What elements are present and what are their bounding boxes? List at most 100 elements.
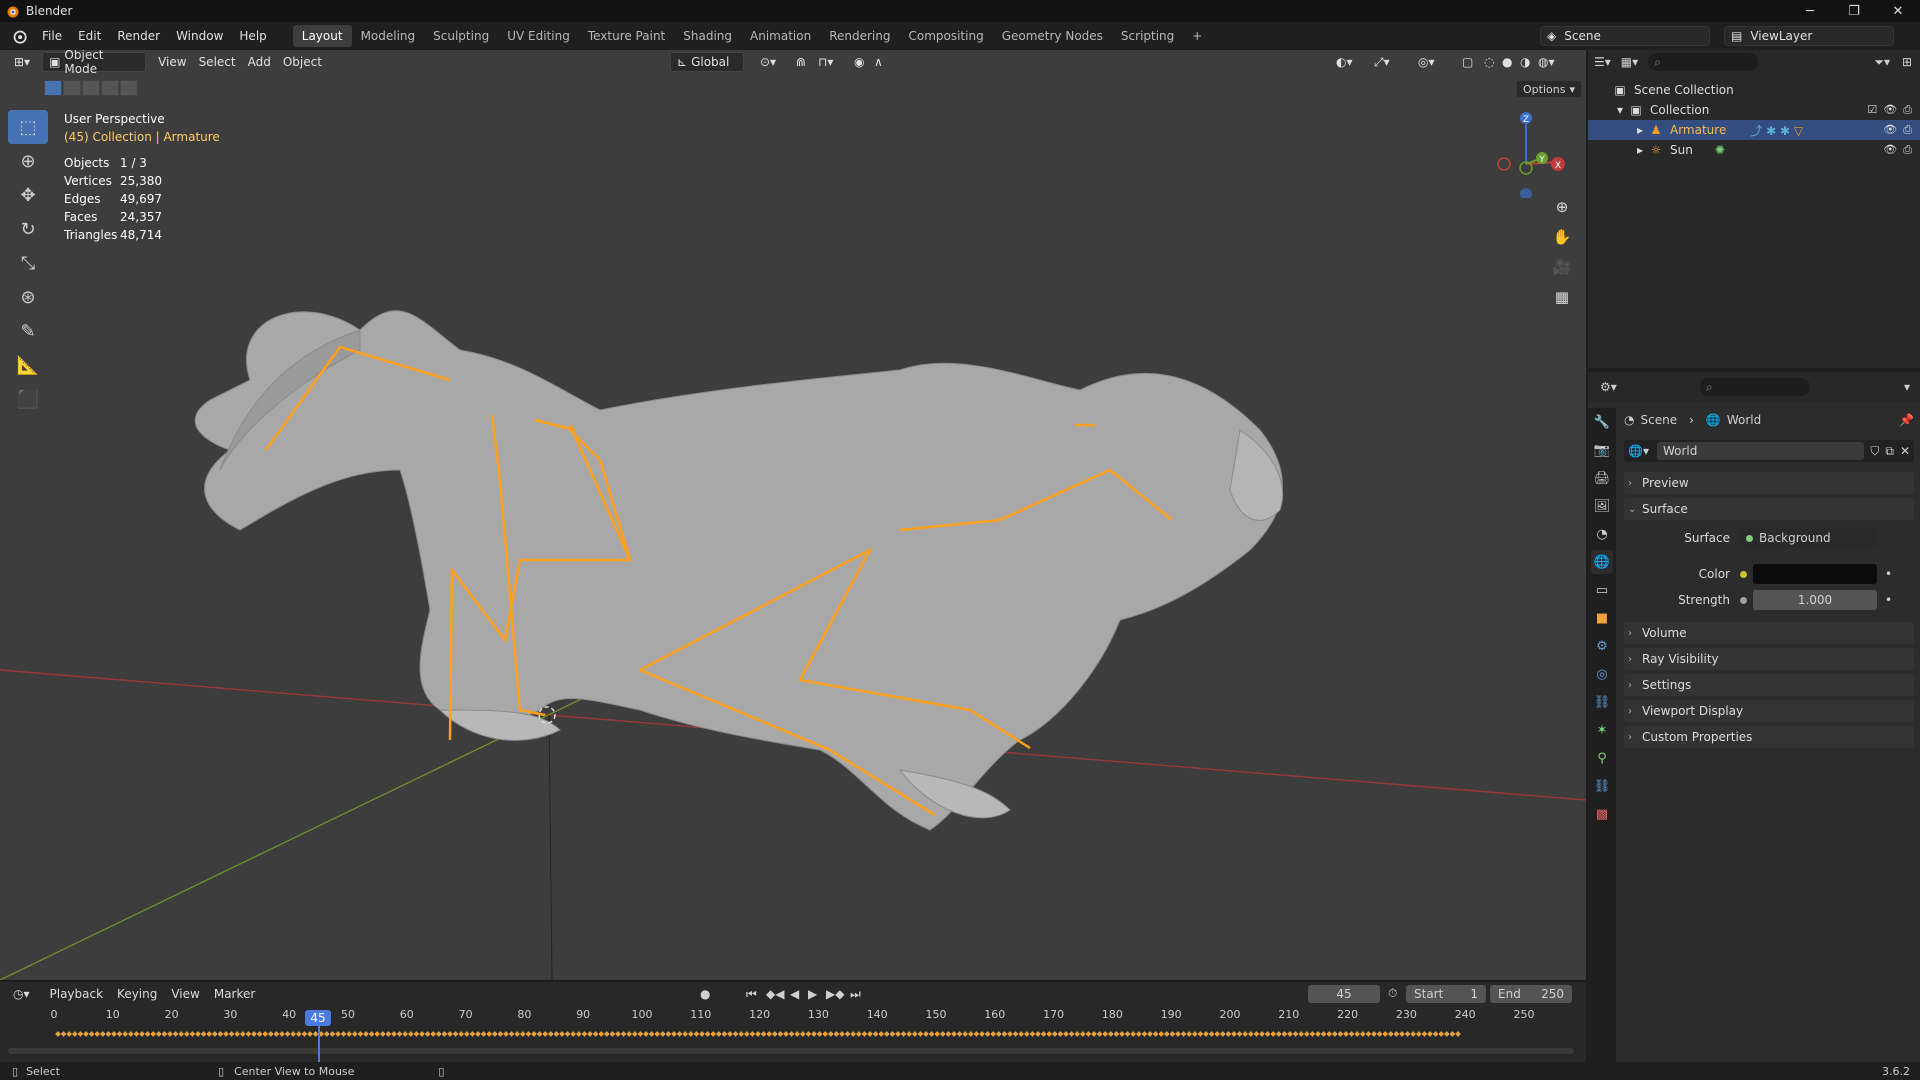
texture-tab-icon[interactable]: ▩ — [1591, 802, 1613, 826]
panel-ray-visibility[interactable]: › Ray Visibility — [1624, 648, 1914, 670]
keyframe-marker[interactable] — [732, 1031, 739, 1037]
keyframe-marker[interactable] — [1107, 1031, 1114, 1037]
tab-modeling[interactable]: Modeling — [352, 25, 425, 47]
keyframe-marker[interactable] — [917, 1031, 924, 1037]
duplicate-icon[interactable]: ⧉ — [1885, 444, 1894, 459]
menu-object[interactable]: Object — [277, 52, 328, 72]
outliner-row-sun[interactable]: ▸ ☼ Sun ✺ 👁 ⎙ — [1588, 140, 1920, 160]
keyframe-marker[interactable] — [83, 1031, 89, 1037]
keyframe-marker[interactable] — [1410, 1031, 1417, 1037]
menu-playback[interactable]: Playback — [43, 987, 111, 1001]
keyframe-marker[interactable] — [620, 1031, 627, 1037]
keyframe-marker[interactable] — [995, 1031, 1002, 1037]
keyframe-marker[interactable] — [816, 1031, 823, 1037]
keyframe-marker[interactable] — [1096, 1031, 1103, 1037]
keyframe-marker[interactable] — [469, 1031, 476, 1037]
keyframe-marker[interactable] — [1163, 1031, 1170, 1037]
keyframe-marker[interactable] — [1303, 1031, 1310, 1037]
scene-tab-icon[interactable]: ◔ — [1591, 522, 1613, 546]
keyframe-marker[interactable] — [503, 1031, 509, 1037]
keyframe-marker[interactable] — [1180, 1031, 1187, 1037]
pivot-icon[interactable]: ⊙▾ — [754, 52, 782, 72]
tab-uv-editing[interactable]: UV Editing — [498, 25, 579, 47]
keyframe-marker[interactable] — [665, 1031, 672, 1037]
keyframe-marker[interactable] — [659, 1031, 666, 1037]
timeline-scrollbar[interactable] — [8, 1048, 1574, 1054]
keyframe-marker[interactable] — [743, 1031, 750, 1037]
keyframe-marker[interactable] — [1191, 1031, 1198, 1037]
navigation-gizmo[interactable]: Z X Y — [1492, 108, 1572, 198]
menu-edit[interactable]: Edit — [70, 25, 109, 47]
keyframe-marker[interactable] — [1399, 1031, 1405, 1037]
rendered-shading-icon[interactable]: ◍▾ — [1532, 52, 1561, 72]
keyframe-marker[interactable] — [654, 1031, 661, 1037]
tool-tab-icon[interactable]: 🔧 — [1591, 410, 1613, 434]
keyframe-marker[interactable] — [598, 1031, 605, 1037]
keyframe-marker[interactable] — [1427, 1031, 1433, 1037]
gizmo-toggle-icon[interactable]: ⤢▾ — [1368, 52, 1396, 72]
keyframe-marker[interactable] — [1119, 1031, 1125, 1037]
keyframe-marker[interactable] — [256, 1031, 263, 1037]
keyframe-marker[interactable] — [133, 1031, 140, 1037]
camera-icon[interactable]: ⎙ — [1903, 123, 1912, 137]
keyframe-marker[interactable] — [682, 1031, 689, 1037]
editor-type-icon[interactable]: ⊞▾ — [8, 52, 36, 72]
menu-help[interactable]: Help — [231, 25, 274, 47]
keyframe-marker[interactable] — [1068, 1031, 1075, 1037]
keyframe-marker[interactable] — [799, 1031, 806, 1037]
keyframe-marker[interactable] — [699, 1031, 705, 1037]
keyframe-marker[interactable] — [178, 1031, 185, 1037]
menu-view[interactable]: View — [152, 52, 192, 72]
keyframe-marker[interactable] — [1057, 1031, 1064, 1037]
view-layer-tab-icon[interactable]: 🖼 — [1591, 494, 1613, 518]
keyframe-marker[interactable] — [749, 1031, 756, 1037]
select-intersect-icon[interactable] — [120, 80, 138, 96]
keyframe-marker[interactable] — [766, 1031, 773, 1037]
keyframe-marker[interactable] — [486, 1031, 493, 1037]
keyframe-marker[interactable] — [346, 1031, 353, 1037]
keyframe-marker[interactable] — [889, 1031, 896, 1037]
keyframe-marker[interactable] — [615, 1031, 621, 1037]
snap-target-icon[interactable]: ⊓▾ — [812, 52, 839, 72]
keyframe-marker[interactable] — [1354, 1031, 1361, 1037]
keyframe-marker[interactable] — [122, 1031, 129, 1037]
keyframe-marker[interactable] — [463, 1031, 470, 1037]
fake-user-icon[interactable]: ⛉ — [1870, 444, 1879, 459]
keyframe-marker[interactable] — [777, 1031, 784, 1037]
keyframe-marker[interactable] — [1018, 1031, 1025, 1037]
keyframe-marker[interactable] — [1091, 1031, 1097, 1037]
keyframe-marker[interactable] — [1102, 1031, 1109, 1037]
keyframe-marker[interactable] — [424, 1031, 431, 1037]
keyframe-marker[interactable] — [239, 1031, 246, 1037]
minimize-button[interactable]: ─ — [1788, 0, 1832, 22]
panel-settings[interactable]: › Settings — [1624, 674, 1914, 696]
keyframe-marker[interactable] — [1309, 1031, 1316, 1037]
3d-viewport[interactable]: ⊞▾ ▣ Object Mode View Select Add Object … — [0, 50, 1586, 980]
scene-selector[interactable]: ◈ Scene — [1540, 26, 1710, 46]
keyframe-marker[interactable] — [267, 1031, 274, 1037]
keyframe-marker[interactable] — [973, 1031, 980, 1037]
keyframe-marker[interactable] — [1214, 1031, 1221, 1037]
camera-view-icon[interactable]: 🎥 — [1550, 256, 1574, 278]
maximize-button[interactable]: ❐ — [1832, 0, 1876, 22]
keyframe-marker[interactable] — [1186, 1031, 1193, 1037]
keyframe-marker[interactable] — [1085, 1031, 1092, 1037]
outliner-row-scene-collection[interactable]: ▣ Scene Collection — [1588, 80, 1920, 100]
keyframe-marker[interactable] — [430, 1031, 437, 1037]
keyframe-marker[interactable] — [1387, 1031, 1394, 1037]
rotate-tool-icon[interactable]: ↻ — [8, 212, 48, 246]
keyframe-marker[interactable] — [923, 1031, 929, 1037]
keyframe-marker[interactable] — [671, 1031, 677, 1037]
properties-search-input[interactable]: ⌕ — [1700, 378, 1810, 396]
ortho-grid-icon[interactable]: ▦ — [1550, 286, 1574, 308]
collection-tab-icon[interactable]: ▭ — [1591, 578, 1613, 602]
keyframe-marker[interactable] — [1432, 1031, 1439, 1037]
current-frame-field[interactable]: 45 — [1308, 985, 1380, 1003]
keyframe-track[interactable] — [54, 1031, 1464, 1039]
keyframe-marker[interactable] — [1130, 1031, 1137, 1037]
keyframe-marker[interactable] — [727, 1031, 733, 1037]
keyframe-marker[interactable] — [150, 1031, 157, 1037]
stopwatch-icon[interactable]: ⏱ — [1388, 986, 1397, 1001]
keyframe-marker[interactable] — [1264, 1031, 1271, 1037]
keyframe-marker[interactable] — [951, 1031, 957, 1037]
